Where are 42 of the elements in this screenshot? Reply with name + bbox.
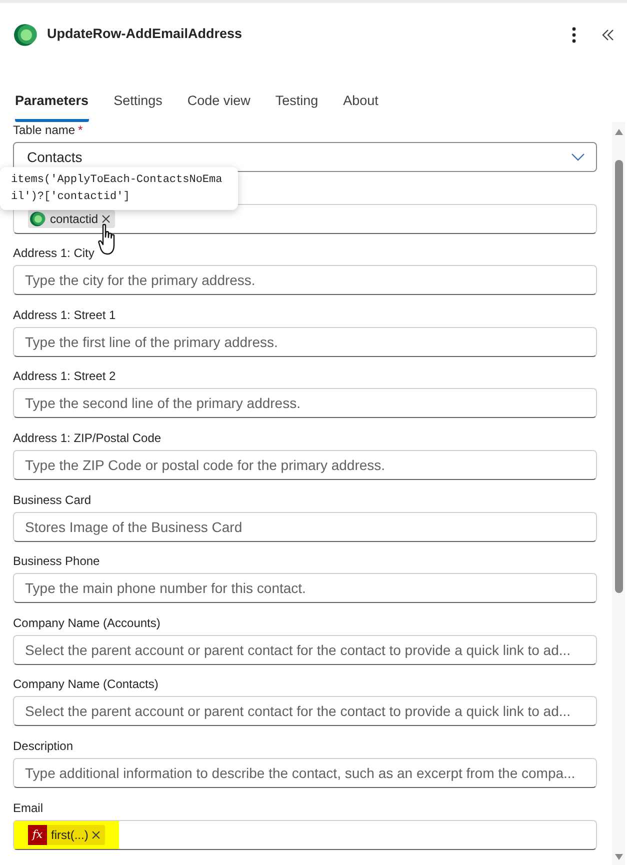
close-icon[interactable] (92, 830, 100, 839)
tab[interactable]: Settings (114, 82, 162, 122)
input-field[interactable]: Type additional information to describe the contact, such as an excerpt from the compa... (13, 758, 597, 788)
input-field[interactable]: Select the parent account or parent contact for the contact to provide a quick link to ad... (13, 696, 597, 726)
input-field[interactable]: Select the parent account or parent contact for the contact to provide a quick link to ad... (13, 634, 597, 665)
tooltip: items('ApplyToEach-ContactsNoEma il')?['contactid'] (0, 166, 238, 210)
input-field[interactable]: Type the main phone number for this contact. (13, 573, 597, 604)
field-label: Company Name (Contacts) (13, 676, 158, 692)
tab[interactable]: About (343, 82, 378, 122)
token-chip[interactable]: contactid (28, 210, 116, 228)
input-field[interactable]: fx first(...) (13, 820, 597, 850)
field-label: Address 1: City (13, 245, 94, 262)
tab[interactable]: Testing (275, 82, 318, 122)
field-label: Company Name (Accounts) (13, 614, 160, 631)
field-label: Business Card (13, 492, 92, 508)
function-icon: fx (28, 824, 47, 845)
chevron-down-icon (571, 153, 585, 161)
scroll-up-arrow-icon[interactable] (614, 129, 622, 135)
app-logo-icon (14, 22, 38, 46)
field-label: Table name (13, 122, 76, 138)
tab[interactable]: Code view (187, 82, 250, 122)
input-field[interactable]: Type the city for the primary address. (13, 265, 597, 296)
field-label: Business Phone (13, 553, 100, 570)
input-field[interactable]: Stores Image of the Business Card (13, 512, 597, 542)
field-label: Address 1: ZIP/Postal Code (13, 430, 162, 446)
field-label: Description (13, 738, 74, 754)
input-field[interactable]: Type the second line of the primary address. (13, 388, 597, 418)
more-options-icon[interactable] (572, 26, 576, 42)
logo-icon (30, 210, 46, 227)
double-chevron-left-icon[interactable] (602, 28, 614, 40)
close-icon[interactable] (102, 214, 110, 223)
input-field[interactable]: Type the ZIP Code or postal code for the primary address. (13, 450, 597, 480)
scrollbar-thumb[interactable] (614, 160, 622, 593)
field-label: Address 1: Street 2 (13, 368, 116, 384)
required-asterisk: * (78, 122, 83, 138)
field-label: Email (13, 800, 44, 816)
panel-title: UpdateRow-AddEmailAddress (47, 25, 242, 44)
input-field[interactable]: Type the first line of the primary address. (13, 326, 597, 357)
field-label: Address 1: Street 1 (13, 306, 116, 323)
tab[interactable]: Parameters (15, 82, 89, 122)
token-chip[interactable]: fx first(...) (28, 824, 106, 845)
scroll-down-arrow-icon[interactable] (614, 854, 622, 860)
